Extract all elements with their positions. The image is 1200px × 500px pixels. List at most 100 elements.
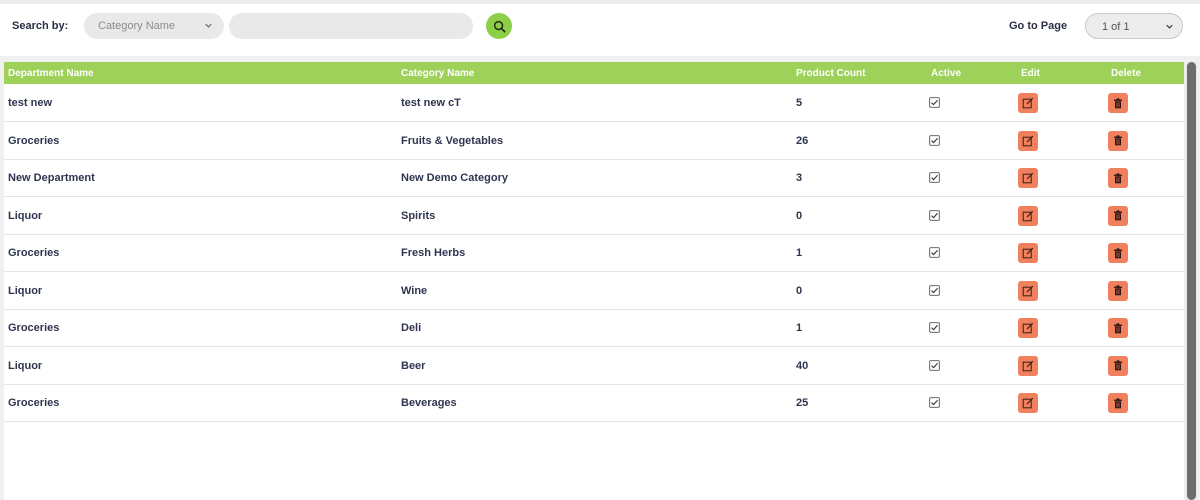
header-category[interactable]: Category Name xyxy=(401,68,474,79)
page-select[interactable]: 1 of 1 xyxy=(1085,13,1183,39)
edit-button[interactable] xyxy=(1018,168,1038,188)
active-checkbox-icon[interactable] xyxy=(929,322,940,333)
trash-icon xyxy=(1114,285,1122,296)
edit-button[interactable] xyxy=(1018,130,1038,151)
edit-icon xyxy=(1022,97,1034,109)
table-row[interactable]: Groceries Deli 1 xyxy=(4,309,1184,347)
department-name: test new xyxy=(8,97,53,109)
trash-icon xyxy=(1114,135,1122,146)
trash-icon xyxy=(1114,322,1122,333)
category-name: Fresh Herbs xyxy=(401,247,466,259)
delete-button[interactable] xyxy=(1108,393,1128,413)
product-count: 1 xyxy=(796,247,803,259)
edit-icon xyxy=(1022,322,1034,334)
category-name: Deli xyxy=(401,322,422,334)
product-count: 40 xyxy=(796,359,809,372)
department-name: Groceries xyxy=(8,134,60,147)
scrollbar[interactable] xyxy=(1185,62,1197,500)
edit-button[interactable] xyxy=(1018,355,1038,376)
trash-icon xyxy=(1114,397,1122,408)
header-active: Active xyxy=(931,68,962,79)
search-toolbar: Search by: Category Name Go to Page 1 of… xyxy=(0,4,1200,56)
department-name: Groceries xyxy=(8,247,60,259)
category-name: Beverages xyxy=(401,397,457,409)
delete-button[interactable] xyxy=(1108,243,1128,263)
delete-button[interactable] xyxy=(1108,130,1128,151)
category-name: test new cT xyxy=(401,97,461,109)
product-count: 3 xyxy=(796,172,803,184)
edit-icon xyxy=(1022,172,1034,184)
edit-icon xyxy=(1022,360,1034,371)
search-icon xyxy=(493,20,505,32)
category-name: Fruits & Vegetables xyxy=(401,134,504,147)
page-select-value: 1 of 1 xyxy=(1102,21,1130,33)
active-checkbox-icon[interactable] xyxy=(929,359,940,371)
table-row[interactable]: Liquor Wine 0 xyxy=(4,272,1184,310)
search-by-label: Search by: xyxy=(12,20,69,32)
delete-button[interactable] xyxy=(1108,168,1128,188)
product-count: 1 xyxy=(796,322,803,334)
table-row[interactable]: Groceries Beverages 25 xyxy=(4,384,1184,422)
trash-icon xyxy=(1114,210,1122,221)
department-name: Liquor xyxy=(8,209,43,222)
table-row[interactable]: New Department New Demo Category 3 xyxy=(4,159,1184,197)
header-edit: Edit xyxy=(1021,68,1040,79)
department-name: New Department xyxy=(8,172,95,184)
scrollbar-thumb[interactable] xyxy=(1187,62,1196,500)
trash-icon xyxy=(1114,97,1122,108)
chevron-down-icon xyxy=(205,23,212,28)
trash-icon xyxy=(1114,172,1122,183)
table-row[interactable]: Liquor Spirits 0 xyxy=(4,197,1184,235)
edit-icon xyxy=(1022,135,1034,146)
active-checkbox-icon[interactable] xyxy=(929,397,940,408)
table-row[interactable]: test new test new cT 5 xyxy=(4,84,1184,122)
edit-button[interactable] xyxy=(1018,393,1038,413)
header-delete: Delete xyxy=(1111,68,1142,79)
go-to-page-label: Go to Page xyxy=(1009,20,1068,32)
delete-button[interactable] xyxy=(1108,93,1128,113)
category-name: Beer xyxy=(401,359,426,372)
delete-button[interactable] xyxy=(1108,355,1128,376)
trash-icon xyxy=(1114,247,1122,258)
category-name: New Demo Category xyxy=(401,172,508,184)
search-button[interactable] xyxy=(486,13,512,39)
delete-button[interactable] xyxy=(1108,205,1128,226)
product-count: 0 xyxy=(796,209,803,222)
category-name: Wine xyxy=(401,284,428,297)
table-row[interactable]: Groceries Fruits & Vegetables 26 xyxy=(4,122,1184,160)
edit-button[interactable] xyxy=(1018,93,1038,113)
edit-button[interactable] xyxy=(1018,318,1038,338)
trash-icon xyxy=(1114,360,1122,371)
department-name: Groceries xyxy=(8,397,60,409)
chevron-down-icon xyxy=(1166,24,1173,29)
active-checkbox-icon[interactable] xyxy=(929,134,940,146)
table-row[interactable]: Liquor Beer 40 xyxy=(4,347,1184,385)
search-field-value: Category Name xyxy=(98,20,176,32)
table-row[interactable]: Groceries Fresh Herbs 1 xyxy=(4,234,1184,272)
active-checkbox-icon[interactable] xyxy=(929,172,940,183)
edit-icon xyxy=(1022,247,1034,259)
product-count: 0 xyxy=(796,284,803,297)
edit-button[interactable] xyxy=(1018,243,1038,263)
category-name: Spirits xyxy=(401,209,436,222)
product-count: 5 xyxy=(796,97,803,109)
search-field-select[interactable]: Category Name xyxy=(84,13,224,39)
edit-icon xyxy=(1022,210,1034,221)
product-count: 25 xyxy=(796,397,809,409)
department-name: Liquor xyxy=(8,359,43,372)
edit-icon xyxy=(1022,285,1034,296)
header-department[interactable]: Department Name xyxy=(8,68,94,79)
active-checkbox-icon[interactable] xyxy=(929,97,940,108)
table-header: Department Name Category Name Product Co… xyxy=(4,62,1184,84)
active-checkbox-icon[interactable] xyxy=(929,247,940,258)
delete-button[interactable] xyxy=(1108,280,1128,301)
header-product-count[interactable]: Product Count xyxy=(796,68,865,79)
edit-button[interactable] xyxy=(1018,205,1038,226)
active-checkbox-icon[interactable] xyxy=(929,284,940,296)
active-checkbox-icon[interactable] xyxy=(929,209,940,221)
edit-button[interactable] xyxy=(1018,280,1038,301)
delete-button[interactable] xyxy=(1108,318,1128,338)
category-table: Department Name Category Name Product Co… xyxy=(4,62,1184,500)
edit-icon xyxy=(1022,397,1034,409)
search-input[interactable] xyxy=(229,13,473,39)
